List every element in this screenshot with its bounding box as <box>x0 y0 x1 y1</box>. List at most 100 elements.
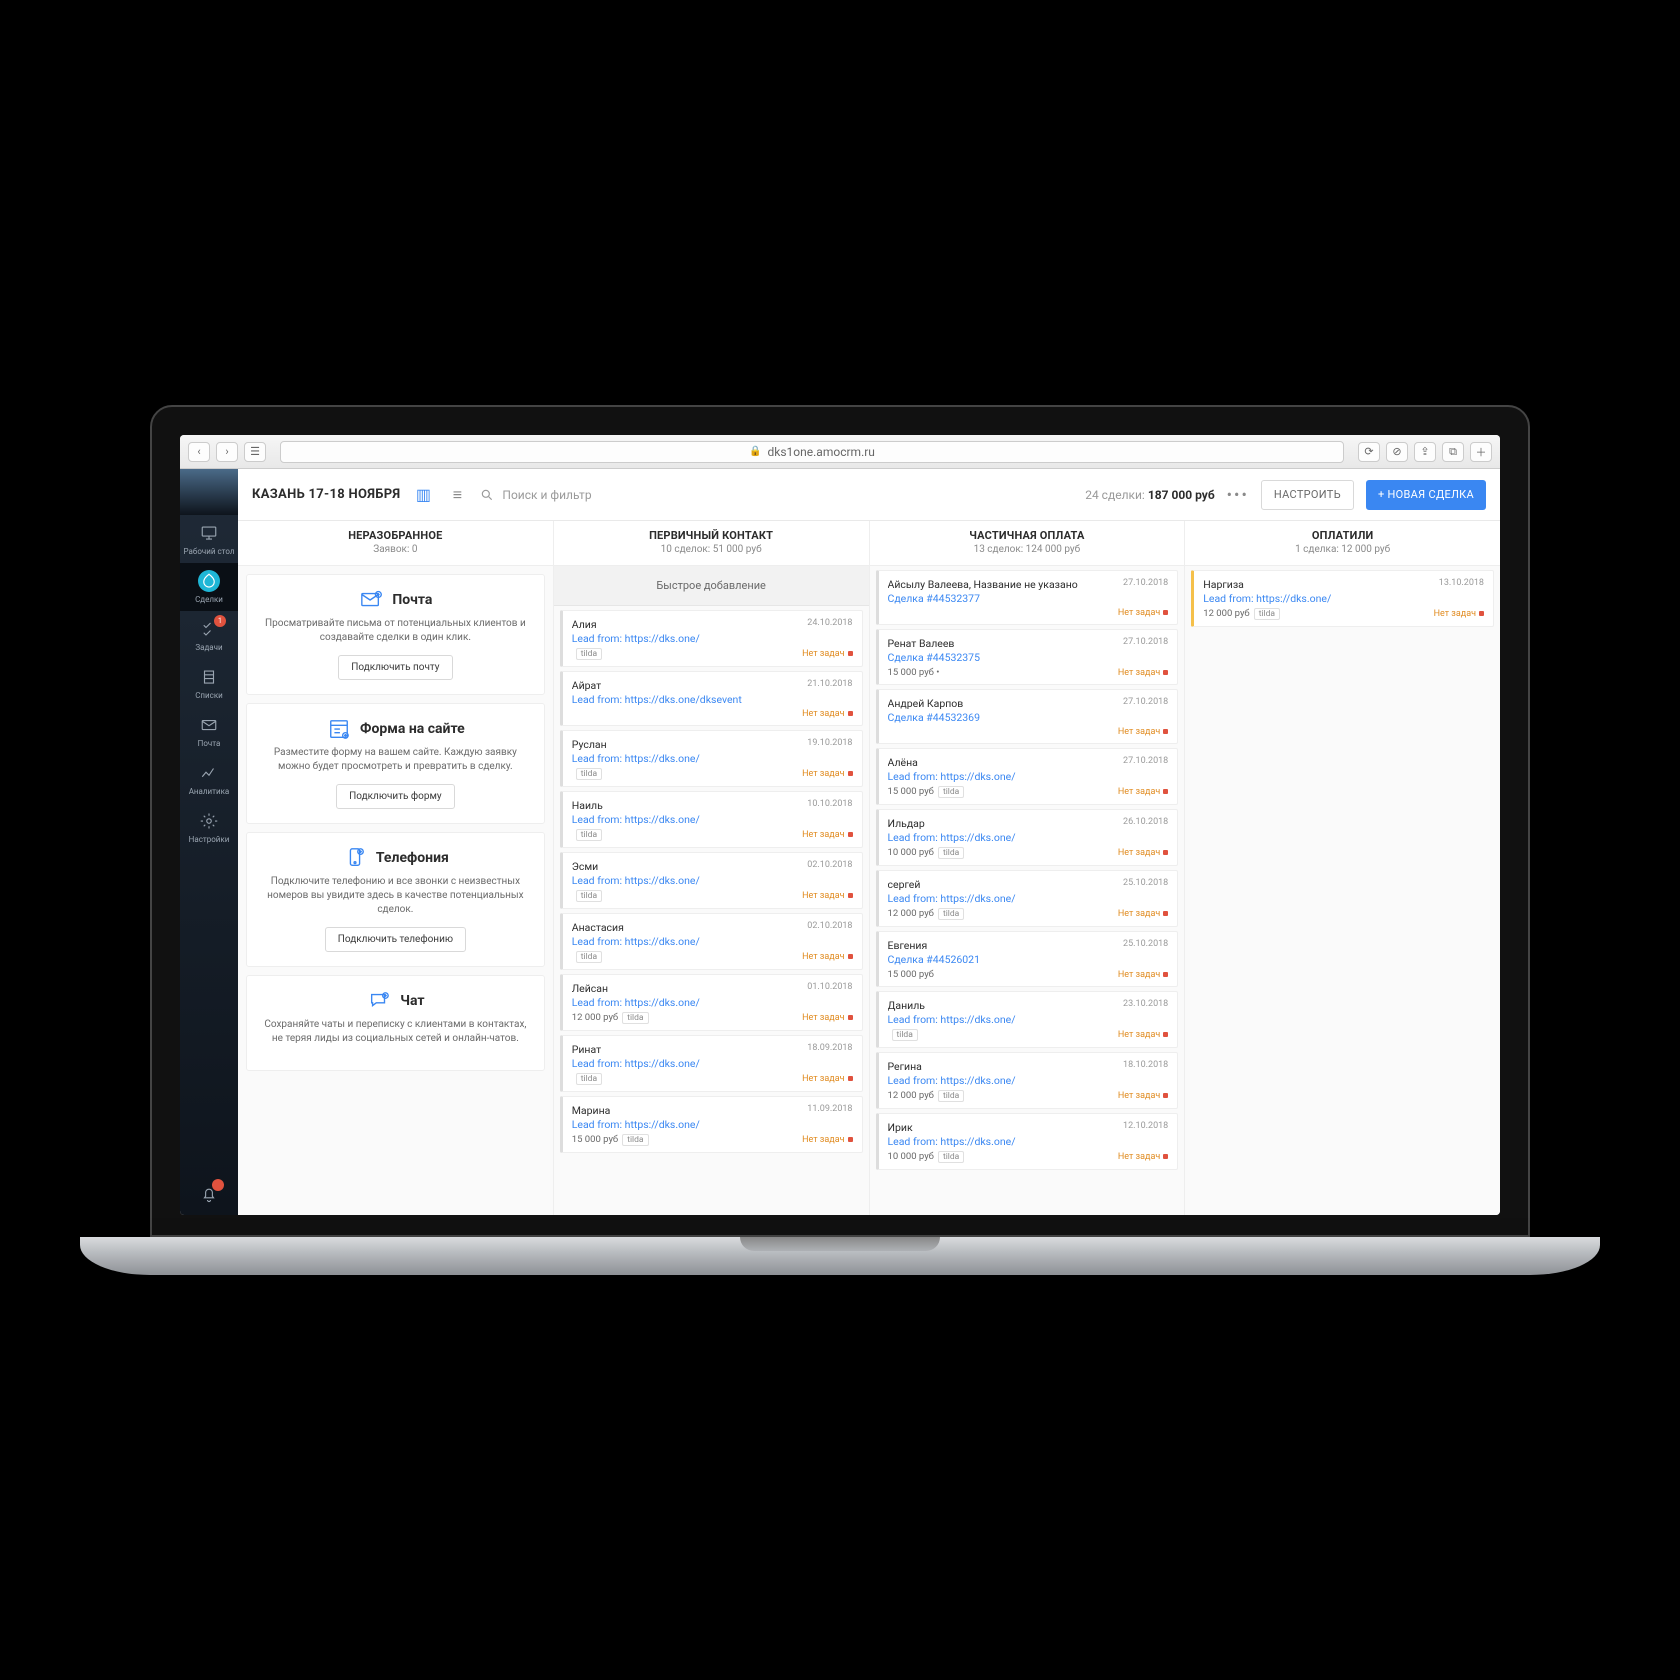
lead-link[interactable]: Lead from: https://dks.one/ <box>572 874 853 887</box>
lead-name: Регина <box>888 1060 922 1073</box>
form-icon <box>326 718 352 740</box>
lead-name: Алия <box>572 618 597 631</box>
settings-button[interactable]: НАСТРОИТЬ <box>1261 480 1354 510</box>
lead-link[interactable]: Lead from: https://dks.one/ <box>572 996 853 1009</box>
lead-card[interactable]: Ренат Валеев27.10.2018Сделка #4453237515… <box>876 629 1179 685</box>
lead-card[interactable]: Марина11.09.2018Lead from: https://dks.o… <box>560 1096 863 1153</box>
lead-link[interactable]: Сделка #44532369 <box>888 711 1169 724</box>
lead-price: 15 000 руб <box>888 969 934 980</box>
lead-card[interactable]: Айрат21.10.2018Lead from: https://dks.on… <box>560 671 863 726</box>
column-unsorted: НЕРАЗОБРАННОЕ Заявок: 0 Почта Просматрив… <box>238 521 554 1215</box>
lead-card[interactable]: Ирик12.10.2018Lead from: https://dks.one… <box>876 1113 1179 1170</box>
adblock-icon[interactable]: ⊘ <box>1386 442 1408 462</box>
main: КАЗАНЬ 17-18 НОЯБРЯ ▥ ≡ Поиск и фильтр 2… <box>238 469 1500 1215</box>
no-task-label: Нет задач <box>802 649 852 659</box>
lead-card[interactable]: Анастасия02.10.2018Lead from: https://dk… <box>560 913 863 970</box>
connect-phone-button[interactable]: Подключить телефонию <box>325 927 466 952</box>
no-task-label: Нет задач <box>1118 848 1168 858</box>
lead-link[interactable]: Lead from: https://dks.one/ <box>888 1074 1169 1087</box>
sidebar-item-tasks[interactable]: 1 Задачи <box>180 611 238 659</box>
sidebar-item-desktop[interactable]: Рабочий стол <box>180 515 238 563</box>
lead-card[interactable]: Наиль10.10.2018Lead from: https://dks.on… <box>560 791 863 848</box>
lead-card[interactable]: Даниль23.10.2018Lead from: https://dks.o… <box>876 991 1179 1048</box>
sidebar-notifications[interactable] <box>180 1173 238 1215</box>
lead-link[interactable]: Сделка #44532377 <box>888 592 1169 605</box>
lead-card[interactable]: Алёна27.10.2018Lead from: https://dks.on… <box>876 748 1179 805</box>
badge: 1 <box>214 615 226 627</box>
lead-name: Айсылу Валеева, Название не указано <box>888 578 1078 591</box>
lead-card[interactable]: Регина18.10.2018Lead from: https://dks.o… <box>876 1052 1179 1109</box>
lead-name: Айрат <box>572 679 602 692</box>
tabs-button[interactable]: ⧉ <box>1442 442 1464 462</box>
lead-card[interactable]: Ильдар26.10.2018Lead from: https://dks.o… <box>876 809 1179 866</box>
lead-card[interactable]: Наргиза13.10.2018Lead from: https://dks.… <box>1191 570 1494 627</box>
sidebar-label: Аналитика <box>189 787 230 796</box>
lead-link[interactable]: Lead from: https://dks.one/ <box>572 813 853 826</box>
connect-form-button[interactable]: Подключить форму <box>336 784 455 809</box>
sidebar-label: Рабочий стол <box>184 547 235 556</box>
lead-card[interactable]: Руслан19.10.2018Lead from: https://dks.o… <box>560 730 863 787</box>
lead-link[interactable]: Сделка #44526021 <box>888 953 1169 966</box>
lead-card[interactable]: Алия24.10.2018Lead from: https://dks.one… <box>560 610 863 667</box>
tag-tilda: tilda <box>1254 608 1280 620</box>
lead-link[interactable]: Сделка #44532375 <box>888 651 1169 664</box>
lead-card[interactable]: Айсылу Валеева, Название не указано27.10… <box>876 570 1179 625</box>
lead-card[interactable]: Лейсан01.10.2018Lead from: https://dks.o… <box>560 974 863 1031</box>
lead-link[interactable]: Lead from: https://dks.one/ <box>888 831 1169 844</box>
screen-bezel: ‹ › ☰ 🔒 dks1one.amocrm.ru ⟳ ⊘ ⇪ ⧉ ＋ <box>150 405 1530 1237</box>
lead-name: Марина <box>572 1104 611 1117</box>
list-view-icon[interactable]: ≡ <box>446 484 468 506</box>
sidebar-item-leads[interactable]: Сделки <box>180 563 238 611</box>
quick-add[interactable]: Быстрое добавление <box>554 566 869 606</box>
address-bar[interactable]: 🔒 dks1one.amocrm.ru <box>280 441 1344 463</box>
lead-link[interactable]: Lead from: https://dks.one/ <box>888 1013 1169 1026</box>
lead-link[interactable]: Lead from: https://dks.one/ <box>888 892 1169 905</box>
screen: ‹ › ☰ 🔒 dks1one.amocrm.ru ⟳ ⊘ ⇪ ⧉ ＋ <box>180 435 1500 1215</box>
lead-link[interactable]: Lead from: https://dks.one/ <box>572 632 853 645</box>
sidebar-item-mail[interactable]: Почта <box>180 707 238 755</box>
lead-price: 15 000 рубtilda <box>572 1134 649 1146</box>
lead-link[interactable]: Lead from: https://dks.one/ <box>572 752 853 765</box>
more-menu[interactable]: ••• <box>1227 485 1249 504</box>
lead-card[interactable]: Евгения25.10.2018Сделка #4452602115 000 … <box>876 931 1179 987</box>
lead-date: 27.10.2018 <box>1123 756 1168 769</box>
lead-link[interactable]: Lead from: https://dks.one/ <box>572 1118 853 1131</box>
connect-mail-button[interactable]: Подключить почту <box>338 655 452 680</box>
lead-link[interactable]: Lead from: https://dks.one/ <box>1203 592 1484 605</box>
lead-date: 12.10.2018 <box>1123 1121 1168 1134</box>
kanban-view-icon[interactable]: ▥ <box>412 484 434 506</box>
sidebar-item-analytics[interactable]: Аналитика <box>180 755 238 803</box>
sidebar-logo <box>180 469 238 515</box>
share-button[interactable]: ⇪ <box>1414 442 1436 462</box>
reload-button[interactable]: ⟳ <box>1358 442 1380 462</box>
lead-card[interactable]: Ринат18.09.2018Lead from: https://dks.on… <box>560 1035 863 1092</box>
lead-name: Евгения <box>888 939 928 952</box>
lead-link[interactable]: Lead from: https://dks.one/dksevent <box>572 693 853 706</box>
lead-link[interactable]: Lead from: https://dks.one/ <box>572 935 853 948</box>
search-input[interactable]: Поиск и фильтр <box>480 488 1073 502</box>
tag-tilda: tilda <box>576 648 602 660</box>
pipeline-name[interactable]: КАЗАНЬ 17-18 НОЯБРЯ <box>252 487 400 502</box>
no-task-label: Нет задач <box>1118 1030 1168 1040</box>
bell-icon <box>198 1183 220 1205</box>
sidebar-item-settings[interactable]: Настройки <box>180 803 238 851</box>
tag-tilda: tilda <box>938 908 964 920</box>
promo-mail: Почта Просматривайте письма от потенциал… <box>246 574 545 695</box>
sidebar-toggle-button[interactable]: ☰ <box>244 442 266 462</box>
lead-card[interactable]: Андрей Карпов27.10.2018Сделка #44532369Н… <box>876 689 1179 744</box>
lead-card[interactable]: Эсми02.10.2018Lead from: https://dks.one… <box>560 852 863 909</box>
lead-card[interactable]: сергей25.10.2018Lead from: https://dks.o… <box>876 870 1179 927</box>
lead-link[interactable]: Lead from: https://dks.one/ <box>888 1135 1169 1148</box>
add-button[interactable]: ＋ <box>1470 442 1492 462</box>
lead-link[interactable]: Lead from: https://dks.one/ <box>572 1057 853 1070</box>
forward-button[interactable]: › <box>216 442 238 462</box>
tag-tilda: tilda <box>576 768 602 780</box>
laptop-base <box>80 1237 1600 1275</box>
back-button[interactable]: ‹ <box>188 442 210 462</box>
lead-link[interactable]: Lead from: https://dks.one/ <box>888 770 1169 783</box>
sidebar-item-lists[interactable]: Списки <box>180 659 238 707</box>
lead-date: 10.10.2018 <box>807 799 852 812</box>
new-lead-button[interactable]: + НОВАЯ СДЕЛКА <box>1366 480 1486 510</box>
lead-price: tilda <box>572 1073 602 1085</box>
lead-date: 26.10.2018 <box>1123 817 1168 830</box>
